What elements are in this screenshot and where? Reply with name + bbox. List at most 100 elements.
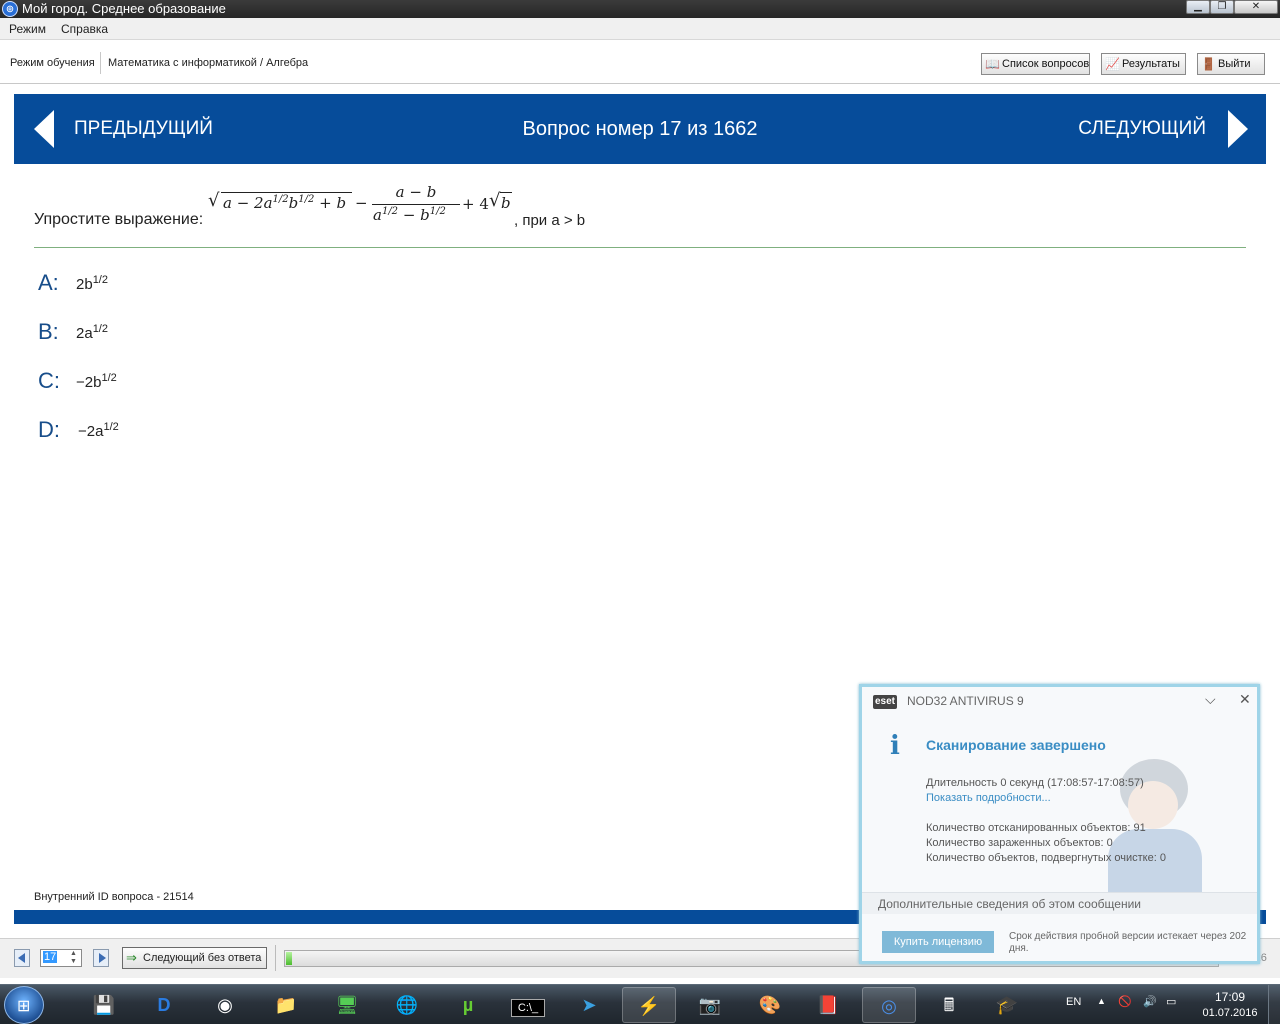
show-desktop-button[interactable] bbox=[1268, 985, 1280, 1024]
maximize-button[interactable]: ❐ bbox=[1210, 0, 1234, 14]
camera-app[interactable]: 📷 bbox=[683, 987, 737, 1023]
answer-d[interactable]: D: −2a1/2 bbox=[38, 417, 338, 445]
answer-text: 2a1/2 bbox=[76, 323, 108, 342]
eset-notification: eset NOD32 ANTIVIRUS 9 ⌵ ✕ i Сканировани… bbox=[859, 684, 1260, 964]
floppy-icon: 💾 bbox=[92, 995, 116, 1015]
minus-sign: − bbox=[355, 194, 368, 212]
bar-divider bbox=[275, 945, 276, 971]
d-icon: D bbox=[157, 995, 171, 1015]
results-button[interactable]: 📈 Результаты bbox=[1101, 53, 1186, 75]
fraction-denominator: a1/2 − b1/2 bbox=[373, 206, 446, 224]
telegram-icon: ➤ bbox=[581, 995, 597, 1015]
question-number-stepper[interactable]: 17 ▲ ▼ bbox=[40, 949, 82, 967]
palette-icon: 🎨 bbox=[758, 995, 782, 1015]
telegram-app[interactable]: ➤ bbox=[562, 987, 616, 1023]
calculator-app[interactable]: 🖩 bbox=[922, 987, 976, 1023]
cmd-icon: C:\_ bbox=[510, 999, 546, 1017]
utorrent-app[interactable]: µ bbox=[441, 987, 495, 1023]
moygorod-app[interactable]: ◎ bbox=[862, 987, 916, 1023]
eset-more-info[interactable]: Дополнительные сведения об этом сообщени… bbox=[862, 892, 1257, 914]
clock-time[interactable]: 17:09 bbox=[1200, 990, 1260, 1004]
menu-help[interactable]: Справка bbox=[61, 22, 108, 36]
calculator-icon: 🖩 bbox=[943, 995, 955, 1015]
eset-close-icon[interactable]: ✕ bbox=[1239, 691, 1251, 708]
eset-product: NOD32 ANTIVIRUS 9 bbox=[907, 694, 1024, 708]
eset-trial-notice: Срок действия пробной версии истекает че… bbox=[1009, 931, 1247, 954]
stepper-arrows-icon[interactable]: ▲ ▼ bbox=[70, 950, 77, 966]
prev-question-button[interactable] bbox=[14, 949, 30, 967]
close-button[interactable]: ✕ bbox=[1234, 0, 1278, 14]
toolbar-divider bbox=[100, 52, 101, 74]
question-prompt: Упростите выражение: bbox=[34, 211, 204, 228]
volume-icon[interactable]: 🔊 bbox=[1143, 995, 1157, 1008]
floppy-app[interactable]: 💾 bbox=[77, 987, 131, 1023]
winamp-app[interactable]: ⚡ bbox=[622, 987, 676, 1023]
question-condition: , при a > b bbox=[514, 212, 586, 229]
question-list-button[interactable]: 📖 Список вопросов bbox=[981, 53, 1090, 75]
display-icon[interactable]: ▭ bbox=[1166, 995, 1176, 1008]
answer-letter: B: bbox=[38, 319, 59, 344]
eset-duration: Длительность 0 секунд (17:08:57-17:08:57… bbox=[926, 777, 1144, 789]
next-triangle-icon bbox=[99, 953, 106, 963]
cmd-app[interactable]: C:\_ bbox=[501, 987, 555, 1023]
chrome-icon: ◉ bbox=[217, 995, 233, 1015]
network-icon[interactable]: 🚫 bbox=[1118, 995, 1132, 1008]
language-indicator[interactable]: EN bbox=[1066, 996, 1081, 1008]
fraction-bar bbox=[372, 204, 460, 205]
collapse-chevron-icon[interactable]: ⌵ bbox=[1205, 691, 1216, 708]
internal-id: Внутренний ID вопроса - 21514 bbox=[34, 891, 194, 903]
question-divider bbox=[34, 247, 1246, 248]
red-book-app[interactable]: 📕 bbox=[801, 987, 855, 1023]
paint-app[interactable]: 🎨 bbox=[743, 987, 797, 1023]
sqrt-sign: √ bbox=[208, 190, 220, 211]
answer-text: −2a1/2 bbox=[78, 421, 119, 440]
book-red-icon: 📕 bbox=[816, 995, 840, 1015]
plus-four: + 4 bbox=[462, 195, 489, 213]
door-icon: 🚪 bbox=[1201, 57, 1216, 71]
sqrt2-overline bbox=[500, 192, 512, 193]
answer-text: 2b1/2 bbox=[76, 274, 108, 293]
chart-icon: 📈 bbox=[1105, 57, 1120, 71]
minimize-icon: ▁ bbox=[1194, 1, 1202, 12]
sqrt-radicand: a − 2a1/2b1/2 + b bbox=[223, 194, 347, 212]
maximize-icon: ❐ bbox=[1217, 1, 1227, 12]
dfile-app[interactable]: D bbox=[137, 987, 191, 1023]
answer-letter: D: bbox=[38, 417, 60, 442]
answer-a[interactable]: A: 2b1/2 bbox=[38, 270, 338, 298]
close-icon: ✕ bbox=[1251, 1, 1261, 12]
window-title: Мой город. Среднее образование bbox=[22, 1, 226, 16]
answer-text: −2b1/2 bbox=[76, 372, 117, 391]
progress-fill bbox=[286, 952, 292, 965]
answer-c[interactable]: C: −2b1/2 bbox=[38, 368, 338, 396]
start-orb[interactable]: ⊞ bbox=[4, 986, 44, 1024]
toolbar: Режим обучения Математика с информатикой… bbox=[0, 40, 1280, 84]
eset-heading: Сканирование завершено bbox=[926, 737, 1106, 753]
utorrent-icon: µ bbox=[462, 995, 474, 1015]
minimize-button[interactable]: ▁ bbox=[1186, 0, 1210, 14]
globe-download-app[interactable]: 🌐 bbox=[380, 987, 434, 1023]
next-arrow-icon[interactable] bbox=[1228, 110, 1248, 148]
monitor-app[interactable]: 🖥 bbox=[320, 987, 374, 1023]
menu-mode[interactable]: Режим bbox=[9, 22, 46, 36]
next-button[interactable]: СЛЕДУЮЩИЙ bbox=[1078, 118, 1206, 140]
mode-label: Режим обучения bbox=[10, 57, 95, 69]
info-icon: i bbox=[890, 731, 900, 761]
book-icon: 📖 bbox=[985, 57, 1000, 71]
chrome-app[interactable]: ◉ bbox=[198, 987, 252, 1023]
skip-button[interactable]: ⇒ Следующий без ответа bbox=[122, 947, 267, 969]
next-question-button[interactable] bbox=[93, 949, 109, 967]
clock-date[interactable]: 01.07.2016 bbox=[1197, 1007, 1263, 1019]
exit-button[interactable]: 🚪 Выйти bbox=[1197, 53, 1265, 75]
answer-b[interactable]: B: 2a1/2 bbox=[38, 319, 338, 347]
graduation-cap-icon: 🎓 bbox=[995, 995, 1019, 1015]
graduation-app[interactable]: 🎓 bbox=[980, 987, 1034, 1023]
tray-expand-icon[interactable]: ▲ bbox=[1097, 996, 1106, 1006]
eset-scanned: Количество отсканированных объектов: 91 bbox=[926, 822, 1146, 834]
question-number-input[interactable]: 17 bbox=[43, 951, 58, 963]
buy-license-button[interactable]: Купить лицензию bbox=[882, 931, 994, 953]
eset-infected: Количество зараженных объектов: 0 bbox=[926, 837, 1113, 849]
eset-details-link[interactable]: Показать подробности... bbox=[926, 792, 1051, 804]
sqrt2-radicand: b bbox=[501, 194, 511, 212]
camera-icon: 📷 bbox=[698, 995, 722, 1015]
explorer-app[interactable]: 📁 bbox=[259, 987, 313, 1023]
